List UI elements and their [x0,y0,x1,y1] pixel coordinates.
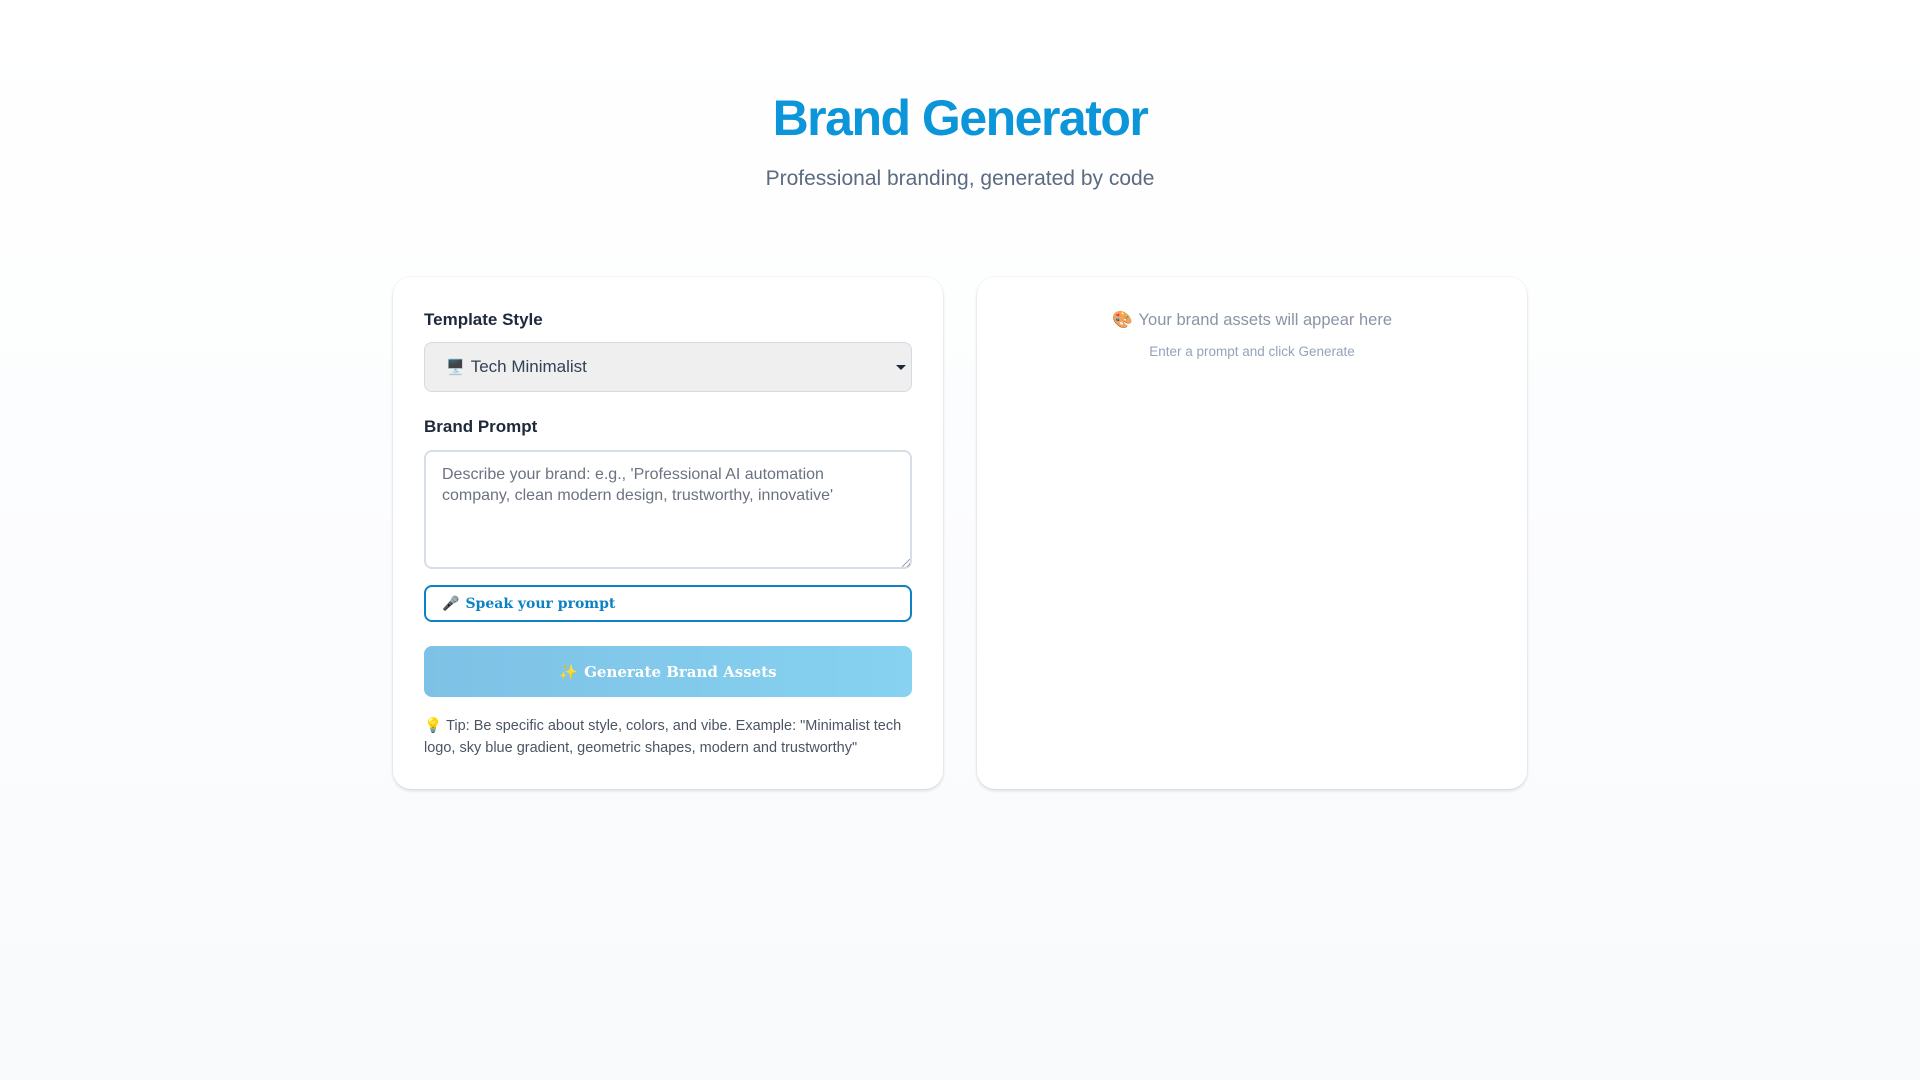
page-header: Brand Generator Professional branding, g… [0,88,1920,192]
preview-placeholder-title: 🎨 Your brand assets will appear here [977,311,1527,330]
preview-placeholder-subtitle: Enter a prompt and click Generate [1149,344,1355,359]
brand-prompt-input[interactable] [424,450,912,569]
prompt-tip: 💡 Tip: Be specific about style, colors, a… [424,715,916,759]
speak-prompt-button[interactable]: 🎤 Speak your prompt [424,585,912,622]
brand-preview-card: 🎨 Your brand assets will appear here Ente… [977,277,1527,789]
lightbulb-icon: 💡 [424,718,443,734]
brand-prompt-label: Brand Prompt [424,417,538,436]
template-style-select[interactable]: 🖥️ Tech Minimalist [424,342,912,392]
textarea-resize-handle[interactable] [902,559,910,567]
chevron-down-icon [896,365,906,370]
speak-prompt-label: Speak your prompt [465,595,616,612]
generate-brand-assets-button[interactable]: ✨ Generate Brand Assets [424,646,912,697]
prompt-tip-text: Tip: Be specific about style, colors, an… [424,718,902,756]
page-title: Brand Generator [772,90,1149,146]
palette-icon: 🎨 [1111,311,1133,329]
preview-placeholder-text: Your brand assets will appear here [1138,311,1392,329]
generate-brand-assets-label: Generate Brand Assets [584,662,777,681]
template-style-value: Tech Minimalist [470,357,587,376]
sparkles-icon: ✨ [559,662,579,681]
page-subtitle: Professional branding, generated by code [765,167,1155,190]
microphone-icon: 🎤 [442,595,460,612]
computer-icon: 🖥️ [446,359,465,376]
brand-form-card: Template Style 🖥️ Tech Minimalist Brand … [393,277,943,789]
template-style-label: Template Style [424,310,543,329]
